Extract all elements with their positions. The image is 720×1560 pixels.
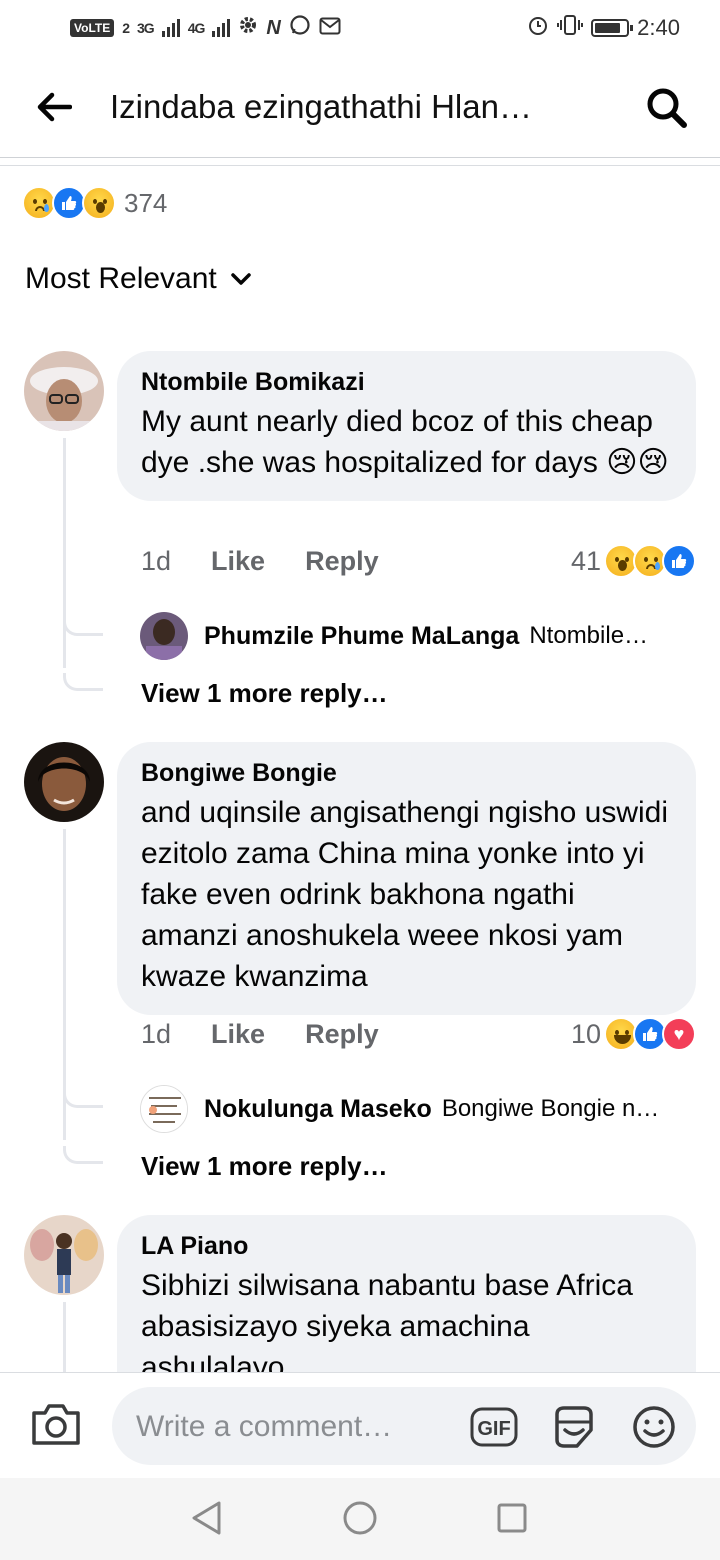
- comment-input[interactable]: Write a comment… GIF: [112, 1387, 696, 1465]
- sticker-icon: [555, 1406, 593, 1448]
- emoji-button[interactable]: [630, 1403, 678, 1451]
- camera-icon: [32, 1404, 80, 1445]
- comment-composer: Write a comment… GIF: [0, 1372, 720, 1478]
- nav-recents-button[interactable]: [492, 1498, 532, 1538]
- nav-back-button[interactable]: [186, 1498, 226, 1538]
- gif-label: GIF: [477, 1418, 510, 1440]
- nav-recents-icon: [497, 1503, 527, 1533]
- comment-placeholder: Write a comment…: [136, 1410, 393, 1443]
- nav-back-icon: [192, 1501, 221, 1535]
- camera-button[interactable]: [30, 1401, 82, 1451]
- comment-bubble[interactable]: LA Piano Sibhizi silwisana nabantu base …: [117, 1215, 696, 1372]
- avatar[interactable]: [24, 1215, 104, 1295]
- gif-icon: GIF: [470, 1407, 518, 1447]
- nav-home-button[interactable]: [340, 1498, 380, 1538]
- sticker-button[interactable]: [550, 1403, 598, 1451]
- thread-line: [63, 1302, 66, 1372]
- gif-button[interactable]: GIF: [470, 1403, 518, 1451]
- comment-text: Sibhizi silwisana nabantu base Africa ab…: [141, 1269, 633, 1372]
- nav-home-icon: [343, 1501, 377, 1535]
- comment-thread-3: LA Piano Sibhizi silwisana nabantu base …: [0, 0, 720, 1372]
- comment-author[interactable]: LA Piano: [141, 1231, 672, 1261]
- emoji-icon: [633, 1406, 675, 1448]
- system-nav-bar: [0, 1478, 720, 1560]
